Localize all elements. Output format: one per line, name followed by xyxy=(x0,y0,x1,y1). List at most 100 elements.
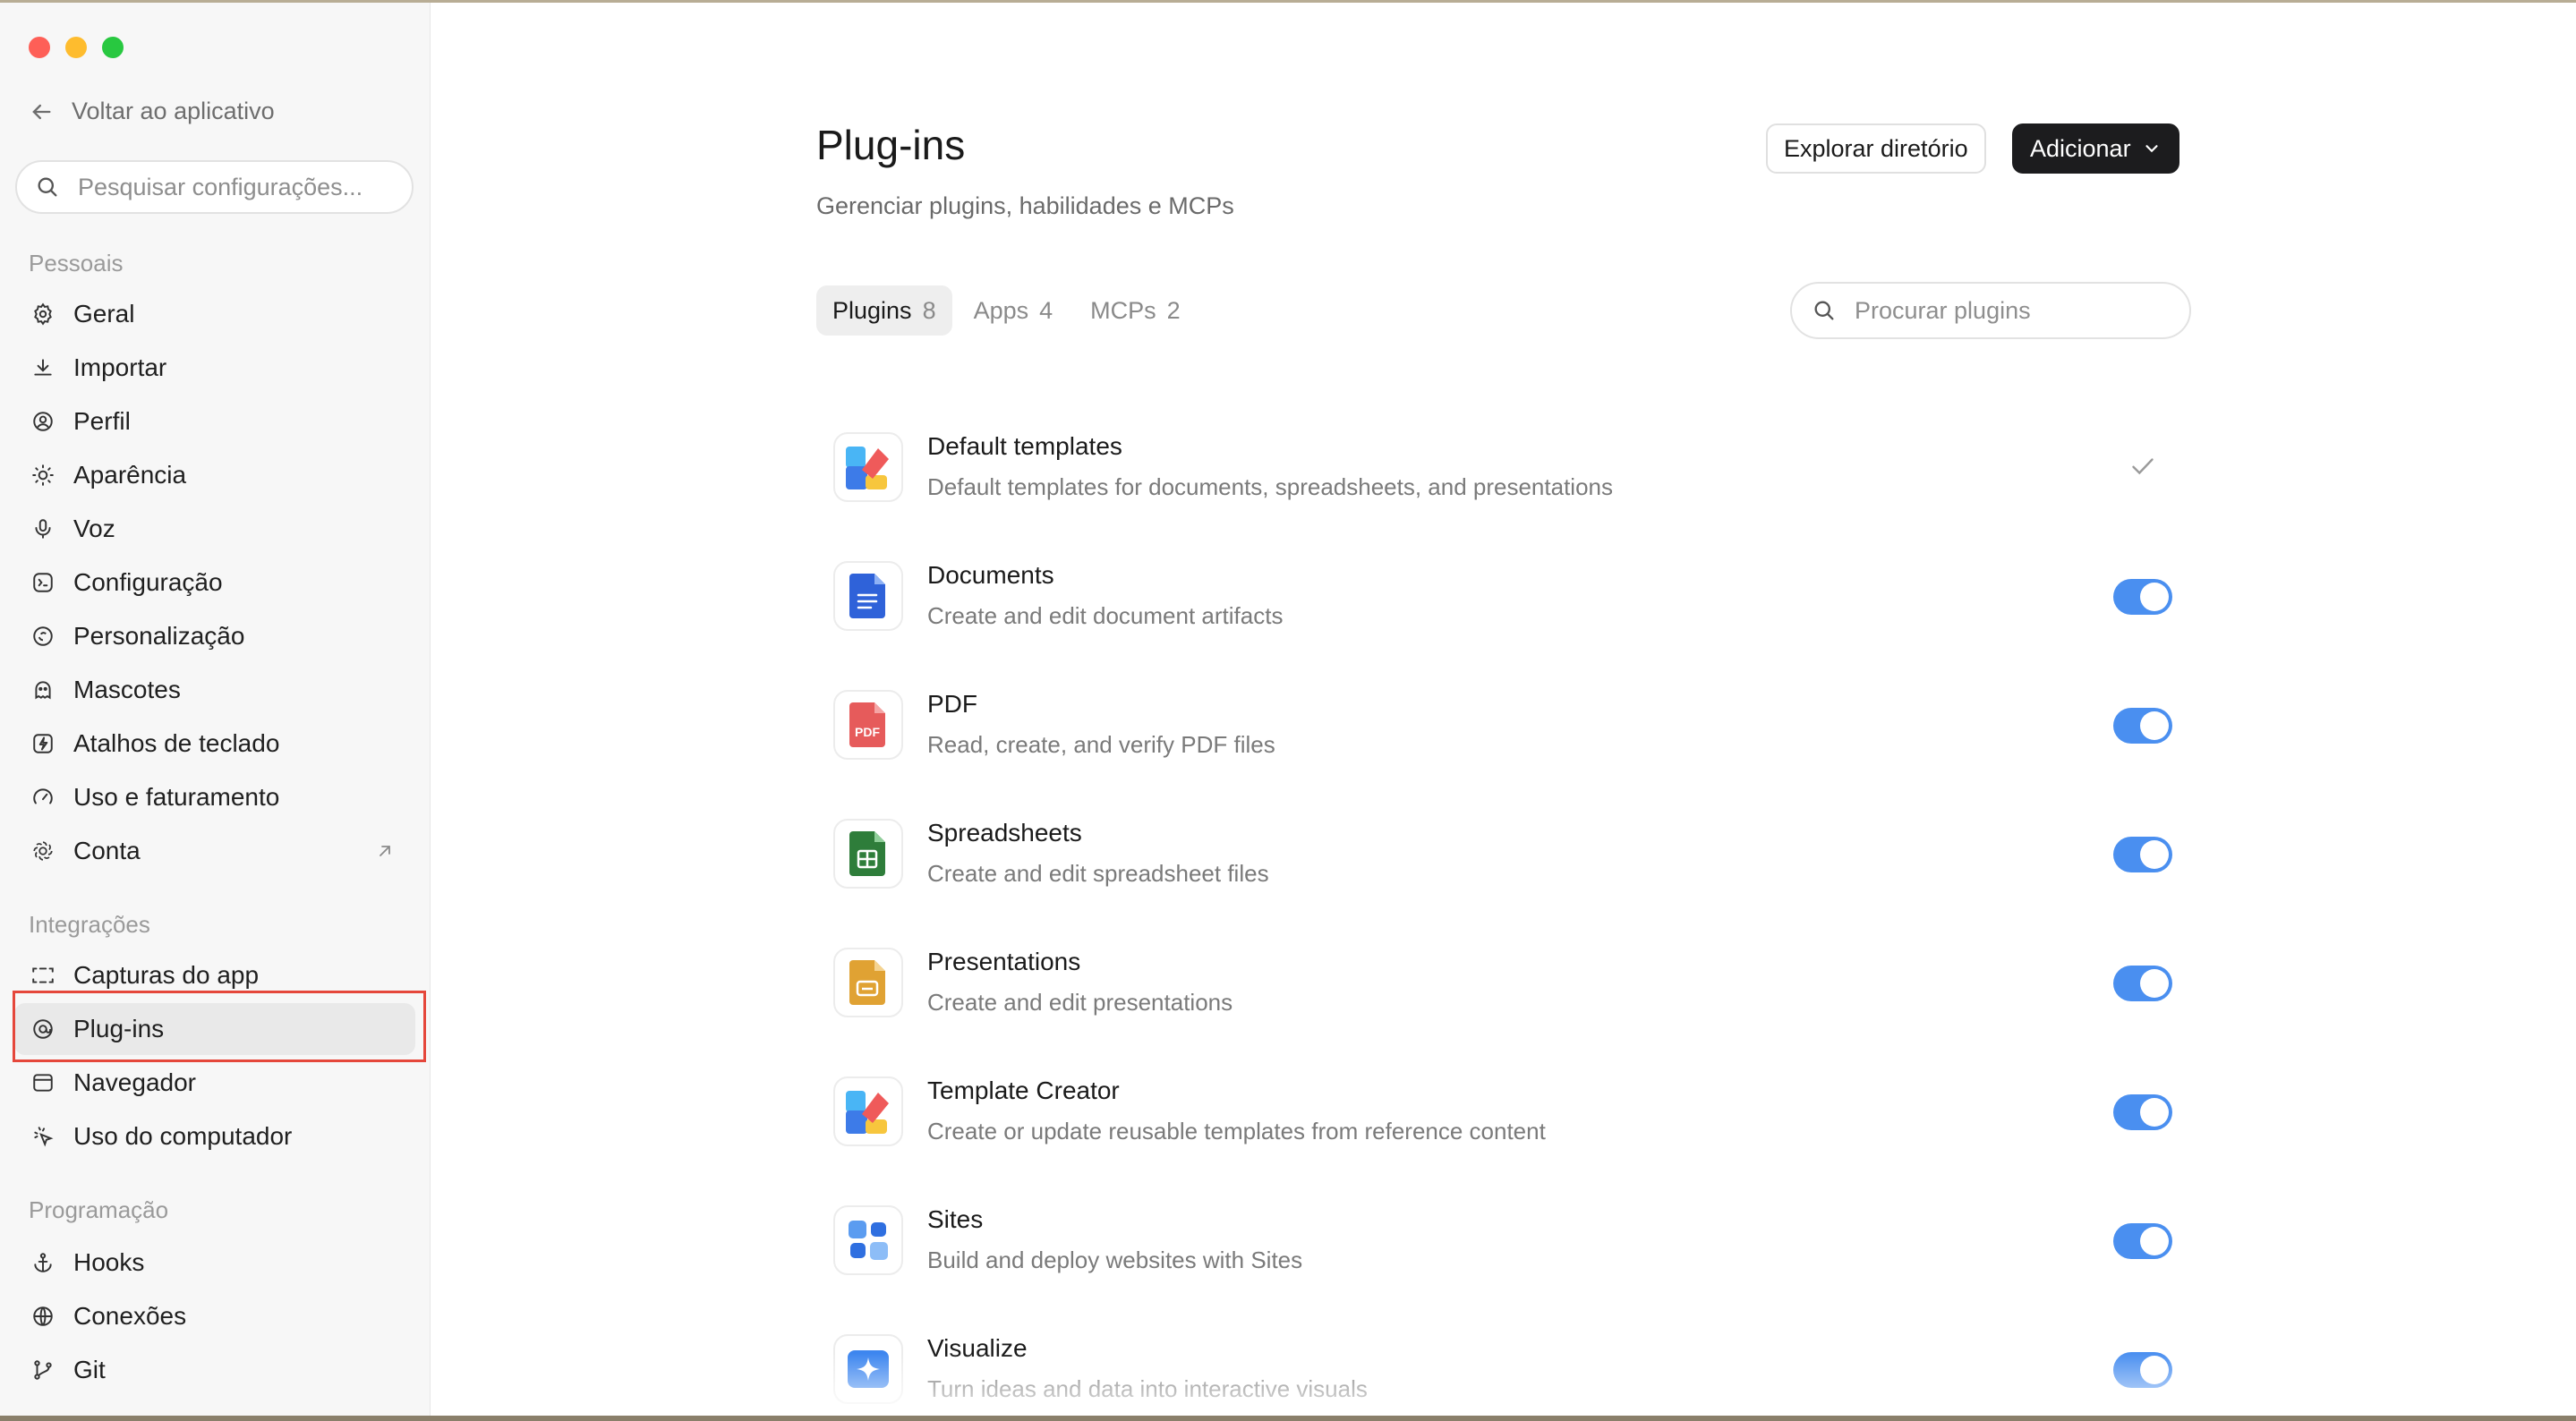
account-icon xyxy=(30,838,55,864)
mascot-icon xyxy=(30,677,55,702)
add-button[interactable]: Adicionar xyxy=(2012,123,2179,174)
sites-icon xyxy=(833,1205,903,1275)
sidebar-item-label: Voz xyxy=(73,515,115,542)
settings-window: Voltar ao aplicativo Pessoais Geral Impo… xyxy=(0,0,2576,1416)
sidebar-item-label: Atalhos de teclado xyxy=(73,729,280,757)
plugin-description: Create and edit presentations xyxy=(927,989,1233,1016)
sidebar-item-label: Uso e faturamento xyxy=(73,783,280,811)
search-icon xyxy=(1814,301,1834,320)
sidebar-item-importar[interactable]: Importar xyxy=(14,342,415,394)
presentations-toggle[interactable] xyxy=(2113,966,2172,1001)
template-creator-toggle[interactable] xyxy=(2113,1094,2172,1130)
sidebar-item-label: Hooks xyxy=(73,1248,145,1276)
plugin-name: PDF xyxy=(927,690,977,718)
close-window-button[interactable] xyxy=(29,37,50,58)
pdf-icon-text: PDF xyxy=(855,725,880,739)
plugin-description: Create and edit spreadsheet files xyxy=(927,860,1269,887)
visualize-toggle[interactable] xyxy=(2113,1352,2172,1388)
plugin-search-input[interactable] xyxy=(1853,295,2179,326)
sidebar-item-capturas[interactable]: Capturas do app xyxy=(14,949,415,1001)
plugin-row[interactable]: Template Creator Create or update reusab… xyxy=(833,1076,2176,1175)
tab-apps[interactable]: Apps 4 xyxy=(958,285,1070,336)
sidebar-item-conta[interactable]: Conta xyxy=(14,825,415,877)
plugin-name: Default templates xyxy=(927,432,1122,460)
plugin-row[interactable]: PDF PDF Read, create, and verify PDF fil… xyxy=(833,690,2176,788)
tabs: Plugins 8 Apps 4 MCPs 2 xyxy=(816,285,1197,336)
chevron-down-icon xyxy=(2145,145,2158,153)
settings-search[interactable] xyxy=(15,160,414,214)
plugin-name: Documents xyxy=(927,561,1054,589)
plugin-row[interactable]: Presentations Create and edit presentati… xyxy=(833,948,2176,1046)
sidebar-item-label: Conexões xyxy=(73,1302,187,1330)
arrow-up-right-icon xyxy=(374,839,396,868)
explore-directory-button[interactable]: Explorar diretório xyxy=(1766,123,1986,174)
sidebar-item-voz[interactable]: Voz xyxy=(14,503,415,555)
section-label-programacao: Programação xyxy=(29,1196,169,1223)
tab-plugins[interactable]: Plugins 8 xyxy=(816,285,952,336)
settings-search-input[interactable] xyxy=(76,172,393,202)
plugin-name: Spreadsheets xyxy=(927,819,1082,847)
sidebar-item-label: Capturas do app xyxy=(73,961,260,989)
documents-toggle[interactable] xyxy=(2113,579,2172,615)
arrow-left-icon xyxy=(32,104,51,119)
pdf-toggle[interactable] xyxy=(2113,708,2172,744)
plugin-name: Visualize xyxy=(927,1334,1028,1362)
sidebar-item-personalizacao[interactable]: Personalização xyxy=(14,610,415,662)
document-icon xyxy=(833,561,903,631)
capture-icon xyxy=(30,963,55,988)
git-branch-icon xyxy=(30,1357,55,1383)
sidebar-item-hooks[interactable]: Hooks xyxy=(14,1237,415,1289)
profile-icon xyxy=(30,409,55,434)
plugin-icon xyxy=(30,1017,55,1042)
window-controls xyxy=(29,37,124,58)
pdf-icon: PDF xyxy=(833,690,903,760)
browser-icon xyxy=(30,1070,55,1095)
sidebar-item-plug-ins[interactable]: Plug-ins xyxy=(14,1003,415,1055)
sidebar-item-atalhos[interactable]: Atalhos de teclado xyxy=(14,718,415,770)
sidebar-item-label: Uso do computador xyxy=(73,1122,293,1150)
sidebar-item-conexoes[interactable]: Conexões xyxy=(14,1290,415,1342)
plugin-row[interactable]: Default templates Default templates for … xyxy=(833,432,2176,531)
sidebar-item-perfil[interactable]: Perfil xyxy=(14,396,415,447)
sidebar-item-aparencia[interactable]: Aparência xyxy=(14,449,415,501)
sidebar-item-git[interactable]: Git xyxy=(14,1344,415,1396)
add-button-label: Adicionar xyxy=(2030,134,2131,162)
sidebar-item-label: Mascotes xyxy=(73,676,181,703)
tab-mcps[interactable]: MCPs 2 xyxy=(1074,285,1197,336)
plugin-name: Template Creator xyxy=(927,1076,1120,1104)
checkmark-icon xyxy=(2127,450,2159,487)
sidebar-item-mascotes[interactable]: Mascotes xyxy=(14,664,415,716)
section-label-pessoais: Pessoais xyxy=(29,250,124,277)
sidebar-item-uso-faturamento[interactable]: Uso e faturamento xyxy=(14,771,415,823)
back-label: Voltar ao aplicativo xyxy=(72,98,275,124)
personalize-icon xyxy=(30,624,55,649)
spreadsheets-toggle[interactable] xyxy=(2113,837,2172,872)
sidebar-item-uso-computador[interactable]: Uso do computador xyxy=(14,1110,415,1162)
sidebar-item-label: Geral xyxy=(73,300,135,328)
plugin-row[interactable]: Spreadsheets Create and edit spreadsheet… xyxy=(833,819,2176,917)
tab-count: 2 xyxy=(1166,296,1181,324)
sidebar: Voltar ao aplicativo Pessoais Geral Impo… xyxy=(0,3,431,1416)
plugin-row[interactable]: Visualize Turn ideas and data into inter… xyxy=(833,1334,2176,1416)
visualize-icon xyxy=(833,1334,903,1404)
plugin-row[interactable]: Documents Create and edit document artif… xyxy=(833,561,2176,659)
sidebar-item-configuracao[interactable]: Configuração xyxy=(14,557,415,608)
page-title: Plug-ins xyxy=(816,122,966,168)
sites-toggle[interactable] xyxy=(2113,1223,2172,1259)
section-label-integracoes: Integrações xyxy=(29,911,150,938)
sidebar-item-geral[interactable]: Geral xyxy=(14,288,415,340)
sidebar-item-navegador[interactable]: Navegador xyxy=(14,1057,415,1109)
plugin-description: Default templates for documents, spreads… xyxy=(927,473,1613,500)
plugin-search[interactable] xyxy=(1790,282,2191,339)
back-to-app-link[interactable]: Voltar ao aplicativo xyxy=(29,98,275,125)
presentation-icon xyxy=(833,948,903,1017)
search-icon xyxy=(38,177,57,197)
sidebar-item-label: Personalização xyxy=(73,622,245,650)
plugin-row[interactable]: Sites Build and deploy websites with Sit… xyxy=(833,1205,2176,1304)
plugin-name: Sites xyxy=(927,1205,984,1233)
main-content: Plug-ins Gerenciar plugins, habilidades … xyxy=(431,3,2576,1416)
zoom-window-button[interactable] xyxy=(102,37,124,58)
minimize-window-button[interactable] xyxy=(65,37,87,58)
plugin-name: Presentations xyxy=(927,948,1081,975)
plugin-description: Create or update reusable templates from… xyxy=(927,1118,1546,1144)
